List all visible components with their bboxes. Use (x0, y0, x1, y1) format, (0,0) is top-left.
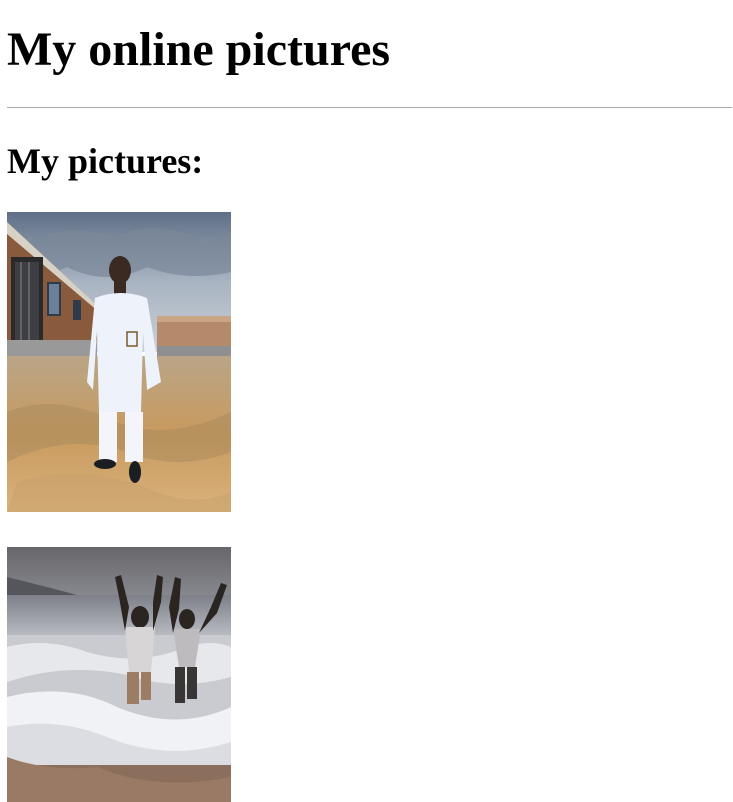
photo-man-in-white (7, 212, 231, 512)
section-heading: My pictures: (7, 141, 204, 181)
photo-beach-jump (7, 547, 231, 802)
photo-beach-jump-image (7, 547, 231, 802)
horizontal-divider (7, 107, 732, 108)
page-title: My online pictures (7, 23, 391, 76)
photo-man-in-white-image (7, 212, 231, 512)
page: My online pictures My pictures: (0, 0, 733, 802)
